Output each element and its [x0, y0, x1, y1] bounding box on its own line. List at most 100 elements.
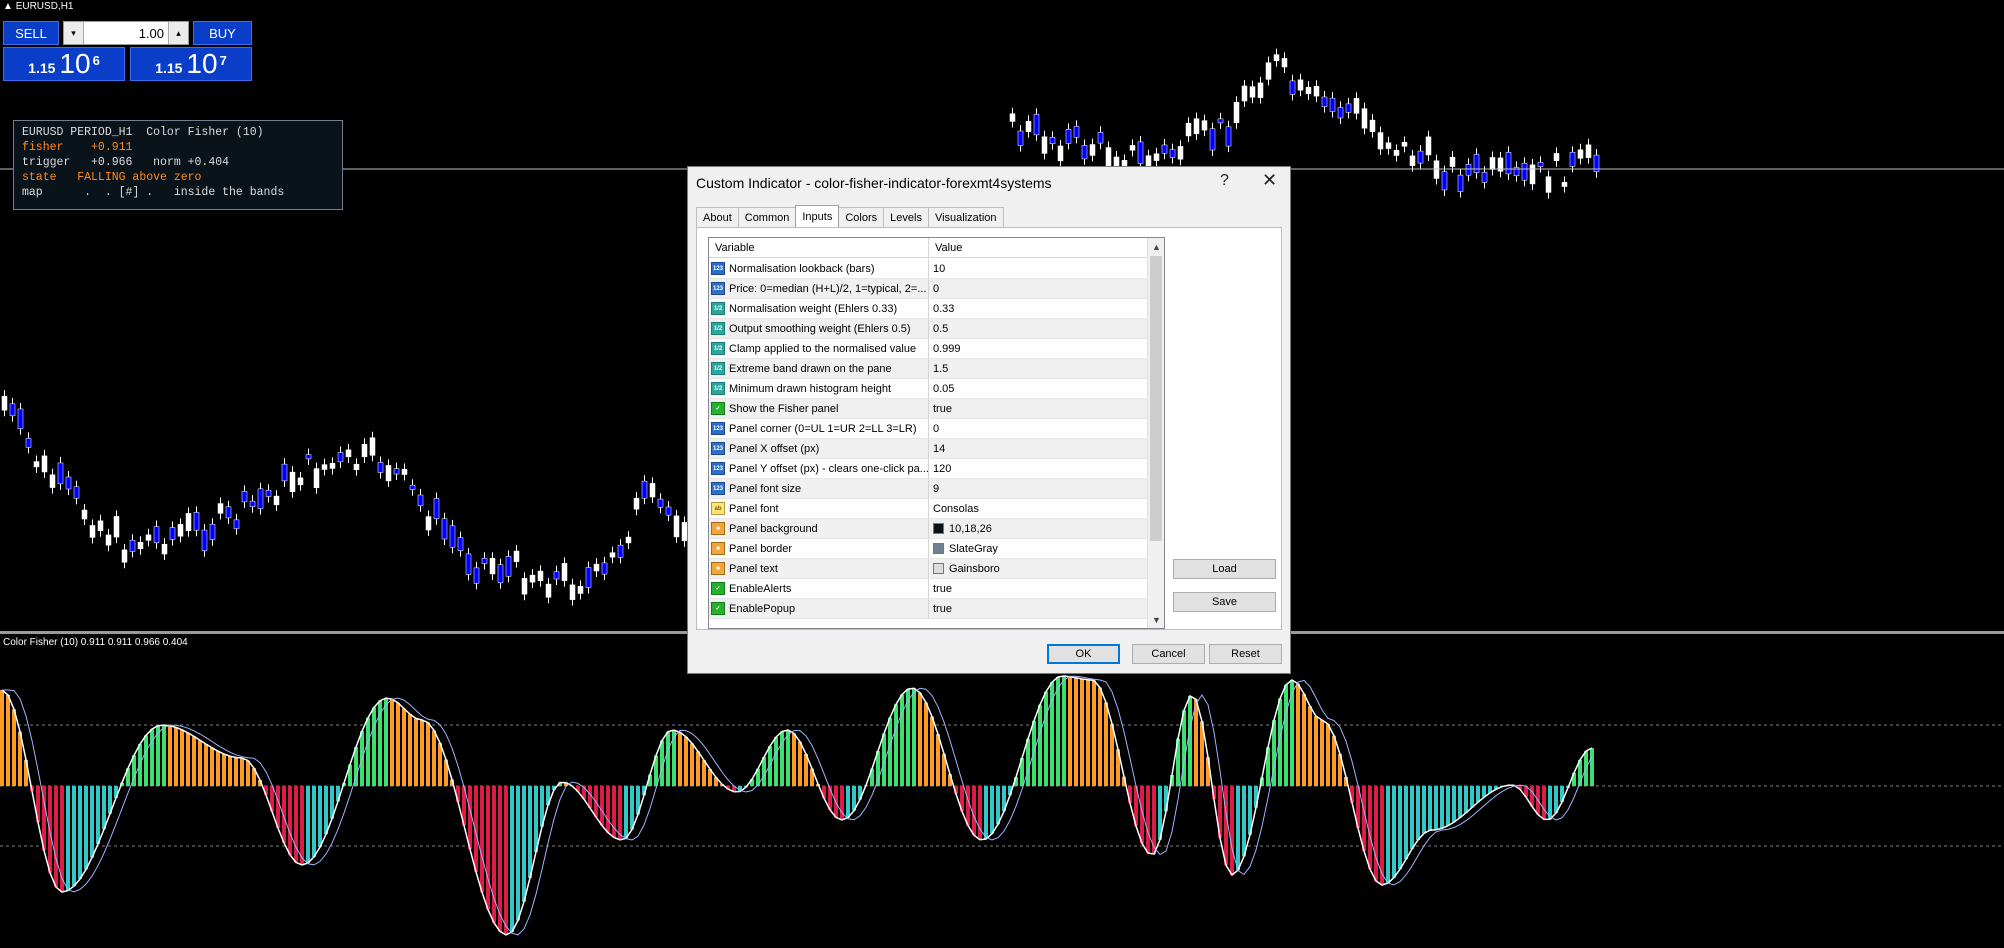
input-value-cell[interactable]: 0.5: [928, 319, 1147, 338]
tab-colors[interactable]: Colors: [838, 207, 885, 227]
candle: [1257, 82, 1264, 98]
input-row[interactable]: ✓ EnablePopup true: [709, 599, 1147, 619]
tab-levels[interactable]: Levels: [883, 207, 929, 227]
input-value-cell[interactable]: 0.33: [928, 299, 1147, 318]
histogram-bar: [1434, 786, 1438, 830]
input-variable-cell: 123 Price: 0=median (H+L)/2, 1=typical, 2…: [709, 279, 928, 298]
input-value-cell[interactable]: true: [928, 599, 1147, 618]
candle: [481, 557, 488, 564]
input-value-cell[interactable]: Gainsboro: [928, 559, 1147, 578]
input-value-cell[interactable]: true: [928, 579, 1147, 598]
lot-size-input[interactable]: [84, 23, 168, 43]
candle: [433, 498, 440, 519]
histogram-bar: [768, 746, 772, 786]
candle: [1377, 132, 1384, 150]
scroll-up-arrow[interactable]: ▲: [1148, 238, 1164, 255]
input-value-cell[interactable]: true: [928, 399, 1147, 418]
input-row[interactable]: 1/2 Clamp applied to the normalised value…: [709, 339, 1147, 359]
input-row[interactable]: ab Panel font Consolas: [709, 499, 1147, 519]
histogram-bar: [1428, 786, 1432, 831]
candle: [1553, 153, 1560, 161]
histogram-bar: [1236, 786, 1240, 871]
input-value-cell[interactable]: 10: [928, 259, 1147, 278]
candle: [193, 512, 200, 531]
input-value-cell[interactable]: SlateGray: [928, 539, 1147, 558]
input-value-cell[interactable]: 9: [928, 479, 1147, 498]
input-row[interactable]: 123 Panel corner (0=UL 1=UR 2=LL 3=LR) 0: [709, 419, 1147, 439]
load-button[interactable]: Load: [1173, 559, 1276, 579]
buy-button[interactable]: BUY: [193, 21, 252, 45]
histogram-bar: [276, 786, 280, 829]
input-value-cell[interactable]: 0.999: [928, 339, 1147, 358]
histogram-bar: [240, 758, 244, 786]
input-variable-name: Clamp applied to the normalised value: [729, 342, 917, 355]
scroll-down-arrow[interactable]: ▼: [1148, 611, 1164, 628]
input-value: 0.5: [933, 322, 949, 335]
input-value-cell[interactable]: 1.5: [928, 359, 1147, 378]
histogram-bar: [702, 760, 706, 786]
input-row[interactable]: 123 Panel font size 9: [709, 479, 1147, 499]
input-row[interactable]: 1/2 Minimum drawn histogram height 0.05: [709, 379, 1147, 399]
candle: [1537, 162, 1544, 167]
sell-price-button[interactable]: 1.15 10 6: [3, 47, 125, 81]
input-row[interactable]: 123 Panel X offset (px) 14: [709, 439, 1147, 459]
histogram-bar: [936, 734, 940, 786]
input-row[interactable]: ✓ EnableAlerts true: [709, 579, 1147, 599]
save-button[interactable]: Save: [1173, 592, 1276, 612]
candle: [1161, 144, 1168, 154]
close-button[interactable]: ✕: [1262, 170, 1277, 191]
histogram-bar: [762, 757, 766, 786]
input-row[interactable]: ■ Panel border SlateGray: [709, 539, 1147, 559]
tab-inputs[interactable]: Inputs: [795, 205, 840, 227]
header-value[interactable]: Value: [928, 238, 1147, 258]
cancel-button[interactable]: Cancel: [1132, 644, 1205, 664]
candle: [241, 491, 248, 503]
input-value-cell[interactable]: 0.05: [928, 379, 1147, 398]
input-row[interactable]: 123 Normalisation lookback (bars) 10: [709, 259, 1147, 279]
input-value-cell[interactable]: 120: [928, 459, 1147, 478]
candle: [1545, 176, 1552, 193]
candle: [665, 506, 672, 516]
candle: [545, 583, 552, 598]
candle: [73, 486, 80, 499]
scroll-thumb[interactable]: [1150, 256, 1162, 541]
input-value-cell[interactable]: 14: [928, 439, 1147, 458]
header-variable[interactable]: Variable: [709, 238, 928, 258]
input-row[interactable]: 1/2 Extreme band drawn on the pane 1.5: [709, 359, 1147, 379]
input-value-cell[interactable]: 0: [928, 419, 1147, 438]
tab-about[interactable]: About: [696, 207, 739, 227]
tab-visualization[interactable]: Visualization: [927, 207, 1004, 227]
input-row[interactable]: 123 Panel Y offset (px) - clears one-clic…: [709, 459, 1147, 479]
input-row[interactable]: ■ Panel text Gainsboro: [709, 559, 1147, 579]
candle: [593, 563, 600, 572]
candle: [1233, 102, 1240, 123]
input-variable-name: Normalisation lookback (bars): [729, 262, 875, 275]
fisher-line: [1, 675, 1593, 936]
input-variable-name: Panel background: [729, 522, 818, 535]
input-row[interactable]: 123 Price: 0=median (H+L)/2, 1=typical, 2…: [709, 279, 1147, 299]
help-button[interactable]: ?: [1220, 172, 1229, 190]
histogram-bar: [138, 744, 142, 786]
input-value-cell[interactable]: 0: [928, 279, 1147, 298]
tab-common[interactable]: Common: [737, 207, 797, 227]
input-row[interactable]: ✓ Show the Fisher panel true: [709, 399, 1147, 419]
sell-button[interactable]: SELL: [3, 21, 59, 45]
input-row[interactable]: ■ Panel background 10,18,26: [709, 519, 1147, 539]
histogram-bar: [672, 730, 676, 786]
input-value-cell[interactable]: Consolas: [928, 499, 1147, 518]
candle: [1153, 153, 1160, 161]
candle: [105, 534, 112, 546]
input-row[interactable]: 1/2 Output smoothing weight (Ehlers 0.5) 0…: [709, 319, 1147, 339]
ok-button[interactable]: OK: [1047, 644, 1120, 664]
input-variable-name: Normalisation weight (Ehlers 0.33): [729, 302, 898, 315]
buy-price-button[interactable]: 1.15 10 7: [130, 47, 252, 81]
input-value-cell[interactable]: 10,18,26: [928, 519, 1147, 538]
lot-decrease-button[interactable]: ▾: [64, 22, 84, 44]
reset-button[interactable]: Reset: [1209, 644, 1282, 664]
lot-increase-button[interactable]: ▴: [168, 22, 188, 44]
candle: [1385, 142, 1392, 149]
input-row[interactable]: 1/2 Normalisation weight (Ehlers 0.33) 0.3…: [709, 299, 1147, 319]
color-swatch: [933, 523, 944, 534]
custom-indicator-dialog: Custom Indicator - color-fisher-indicato…: [687, 166, 1291, 674]
grid-scrollbar[interactable]: ▲ ▼: [1147, 238, 1164, 628]
